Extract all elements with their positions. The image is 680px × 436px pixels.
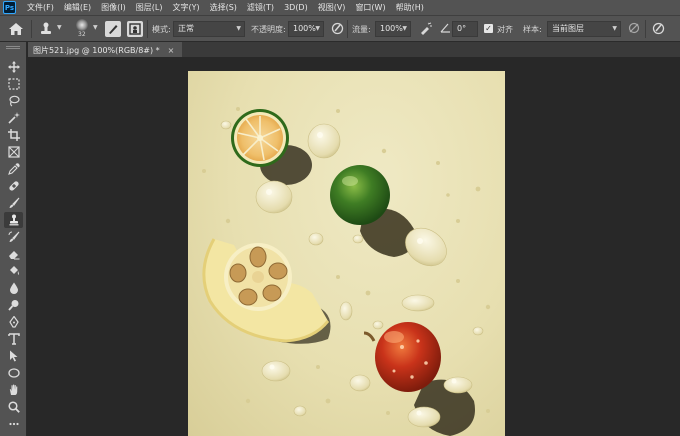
menu-view[interactable]: 视图(V) — [313, 2, 351, 13]
chevron-down-icon: ▼ — [402, 25, 407, 32]
brush-size: 32 — [78, 31, 86, 38]
paint-bucket-icon[interactable] — [4, 263, 23, 279]
angle-field[interactable]: 0° — [452, 21, 478, 37]
options-bar: ▼ 32 ▼ 模式: 正常 ▼ 不透明度: 100% ▼ 流量: 100% ▼ … — [0, 15, 680, 42]
ellipse-tool-icon[interactable] — [4, 365, 23, 381]
history-brush-icon[interactable] — [4, 229, 23, 245]
separator — [645, 20, 646, 38]
sample-label: 样本: — [523, 25, 542, 34]
opacity-label: 不透明度: — [251, 25, 286, 34]
fruit-photo-image — [202, 107, 491, 436]
sample-select[interactable]: 当前图层 ▼ — [547, 21, 621, 37]
chevron-down-icon[interactable]: ▼ — [57, 24, 62, 31]
angle-value: 0° — [457, 24, 467, 33]
menu-bar: Ps 文件(F) 编辑(E) 图像(I) 图层(L) 文字(Y) 选择(S) 滤… — [0, 0, 680, 15]
flow-value: 100% — [380, 24, 403, 33]
frame-tool-icon[interactable] — [4, 144, 23, 160]
more-tools-icon[interactable] — [4, 416, 23, 432]
mode-select[interactable]: 正常 ▼ — [173, 21, 245, 37]
aligned-label: 对齐 — [497, 25, 513, 34]
document-canvas-photo[interactable] — [188, 71, 505, 436]
lasso-tool-icon[interactable] — [4, 93, 23, 109]
menu-3d[interactable]: 3D(D) — [279, 3, 313, 12]
menu-file[interactable]: 文件(F) — [22, 2, 59, 13]
mode-value: 正常 — [178, 24, 194, 33]
chevron-down-icon: ▼ — [315, 25, 320, 32]
menu-filter[interactable]: 滤镜(T) — [242, 2, 279, 13]
toggle-clone-source-icon[interactable] — [127, 21, 143, 37]
type-tool-icon[interactable] — [4, 331, 23, 347]
zoom-tool-icon[interactable] — [4, 399, 23, 415]
marquee-tool-icon[interactable] — [4, 76, 23, 92]
magic-wand-icon[interactable] — [4, 110, 23, 126]
menu-image[interactable]: 图像(I) — [96, 2, 131, 13]
home-icon[interactable] — [8, 22, 24, 36]
flow-label: 流量: — [352, 25, 371, 34]
separator — [347, 20, 348, 38]
eraser-icon[interactable] — [4, 246, 23, 262]
close-icon[interactable]: × — [168, 46, 175, 55]
chevron-down-icon[interactable]: ▼ — [93, 24, 98, 31]
menu-window[interactable]: 窗口(W) — [350, 2, 390, 13]
airbrush-icon[interactable] — [419, 22, 433, 35]
move-tool-icon[interactable] — [4, 59, 23, 75]
pressure-opacity-icon[interactable] — [331, 22, 344, 35]
sample-value: 当前图层 — [552, 24, 584, 33]
menu-help[interactable]: 帮助(H) — [391, 2, 429, 13]
crop-tool-icon[interactable] — [4, 127, 23, 143]
angle-icon — [440, 23, 450, 33]
chevron-down-icon: ▼ — [236, 25, 241, 32]
separator — [147, 20, 148, 38]
menu-type[interactable]: 文字(Y) — [167, 2, 204, 13]
brush-tool-icon[interactable] — [4, 195, 23, 211]
toggle-brush-settings-icon[interactable] — [105, 21, 121, 37]
document-title: 图片521.jpg @ 100%(RGB/8#) * — [33, 46, 160, 55]
tools-panel — [0, 42, 27, 436]
menu-select[interactable]: 选择(S) — [205, 2, 242, 13]
pen-tool-icon[interactable] — [4, 314, 23, 330]
panel-grip[interactable] — [6, 46, 20, 49]
healing-brush-icon[interactable] — [4, 178, 23, 194]
brush-preview-icon[interactable] — [76, 19, 88, 31]
separator — [31, 20, 32, 38]
blur-tool-icon[interactable] — [4, 280, 23, 296]
document-tab-bar: 图片521.jpg @ 100%(RGB/8#) * × — [28, 42, 680, 57]
dodge-tool-icon[interactable] — [4, 297, 23, 313]
pressure-size-icon[interactable] — [652, 22, 665, 35]
path-selection-icon[interactable] — [4, 348, 23, 364]
hand-tool-icon[interactable] — [4, 382, 23, 398]
opacity-field[interactable]: 100% ▼ — [288, 21, 324, 37]
ignore-adjustment-layers-icon[interactable] — [628, 22, 640, 34]
opacity-value: 100% — [293, 24, 316, 33]
flow-field[interactable]: 100% ▼ — [375, 21, 411, 37]
clone-stamp-tool-icon[interactable] — [4, 212, 23, 228]
menu-layer[interactable]: 图层(L) — [131, 2, 168, 13]
document-tab[interactable]: 图片521.jpg @ 100%(RGB/8#) * × — [28, 42, 183, 57]
clone-stamp-preset-icon[interactable] — [38, 21, 54, 37]
aligned-checkbox[interactable]: ✓ — [484, 24, 493, 33]
eyedropper-icon[interactable] — [4, 161, 23, 177]
chevron-down-icon: ▼ — [612, 25, 617, 32]
photoshop-logo-icon: Ps — [3, 1, 16, 14]
mode-label: 模式: — [152, 25, 171, 34]
menu-edit[interactable]: 编辑(E) — [59, 2, 96, 13]
